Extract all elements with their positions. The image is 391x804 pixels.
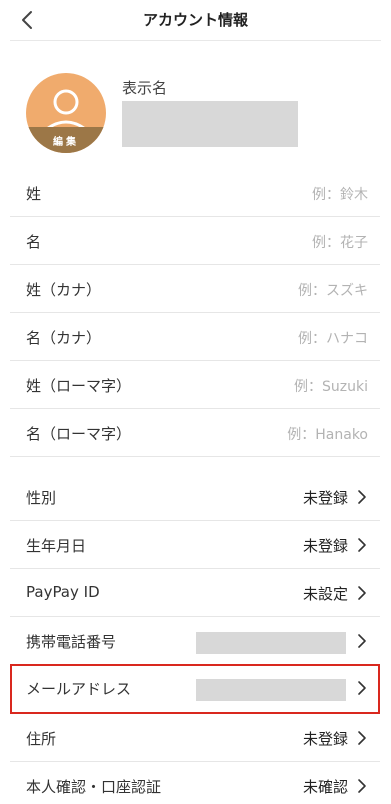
gender-row[interactable]: 性別 未登録	[10, 473, 380, 521]
chevron-right-icon	[358, 681, 366, 695]
address-row[interactable]: 住所 未登録	[10, 714, 380, 762]
first-name-kana-field[interactable]: 名（カナ） 例：ハナコ	[10, 313, 380, 361]
row-label: 性別	[26, 489, 57, 507]
chevron-right-icon	[358, 538, 366, 552]
chevron-right-icon	[358, 779, 366, 793]
field-placeholder: 例：花子	[312, 235, 368, 251]
header-bar: アカウント情報	[0, 0, 391, 40]
field-placeholder: 例：鈴木	[312, 187, 368, 203]
chevron-right-icon	[358, 586, 366, 600]
phone-number-row[interactable]: 携帯電話番号	[10, 617, 380, 665]
row-value: 未登録	[302, 489, 348, 507]
page-title: アカウント情報	[142, 11, 248, 29]
last-name-kana-field[interactable]: 姓（カナ） 例：スズキ	[10, 265, 380, 313]
field-label: 名（カナ）	[26, 329, 102, 347]
masked-value	[196, 632, 346, 654]
field-placeholder: 例：スズキ	[298, 283, 368, 299]
field-label: 姓（カナ）	[26, 281, 102, 299]
display-name-label: 表示名	[122, 79, 168, 97]
row-label: 生年月日	[26, 537, 87, 555]
chevron-right-icon	[358, 634, 366, 648]
first-name-field[interactable]: 名 例：花子	[10, 217, 380, 265]
profile-section: 編集 表示名	[0, 41, 391, 171]
row-value: 未登録	[302, 537, 348, 555]
row-label: PayPay ID	[26, 583, 100, 601]
row-value: 未設定	[302, 585, 348, 603]
chevron-right-icon	[358, 731, 366, 745]
field-placeholder: 例：Hanako	[287, 427, 368, 443]
field-label: 姓（ローマ字）	[26, 377, 132, 395]
row-value: 未確認	[302, 778, 348, 796]
identity-verification-row[interactable]: 本人確認・口座認証 未確認	[10, 762, 380, 804]
avatar-edit-overlay: 編集	[26, 127, 106, 153]
field-label: 名	[26, 233, 42, 251]
field-placeholder: 例：ハナコ	[298, 331, 368, 347]
masked-value	[196, 679, 346, 701]
field-placeholder: 例：Suzuki	[294, 379, 368, 395]
email-address-row[interactable]: メールアドレス	[10, 664, 380, 714]
chevron-right-icon	[358, 490, 366, 504]
row-label: 本人確認・口座認証	[26, 778, 162, 796]
avatar-button[interactable]: 編集	[26, 73, 106, 153]
row-label: メールアドレス	[26, 680, 132, 698]
avatar-edit-label: 編集	[53, 137, 79, 148]
first-name-roman-field[interactable]: 名（ローマ字） 例：Hanako	[10, 409, 380, 457]
field-label: 名（ローマ字）	[26, 425, 132, 443]
field-label: 姓	[26, 185, 42, 203]
row-label: 住所	[26, 730, 57, 748]
last-name-roman-field[interactable]: 姓（ローマ字） 例：Suzuki	[10, 361, 380, 409]
display-name-field[interactable]	[122, 101, 298, 147]
row-value: 未登録	[302, 730, 348, 748]
last-name-field[interactable]: 姓 例：鈴木	[10, 169, 380, 217]
row-label: 携帯電話番号	[26, 633, 117, 651]
paypay-id-row[interactable]: PayPay ID 未設定	[10, 569, 380, 617]
birthday-row[interactable]: 生年月日 未登録	[10, 521, 380, 569]
